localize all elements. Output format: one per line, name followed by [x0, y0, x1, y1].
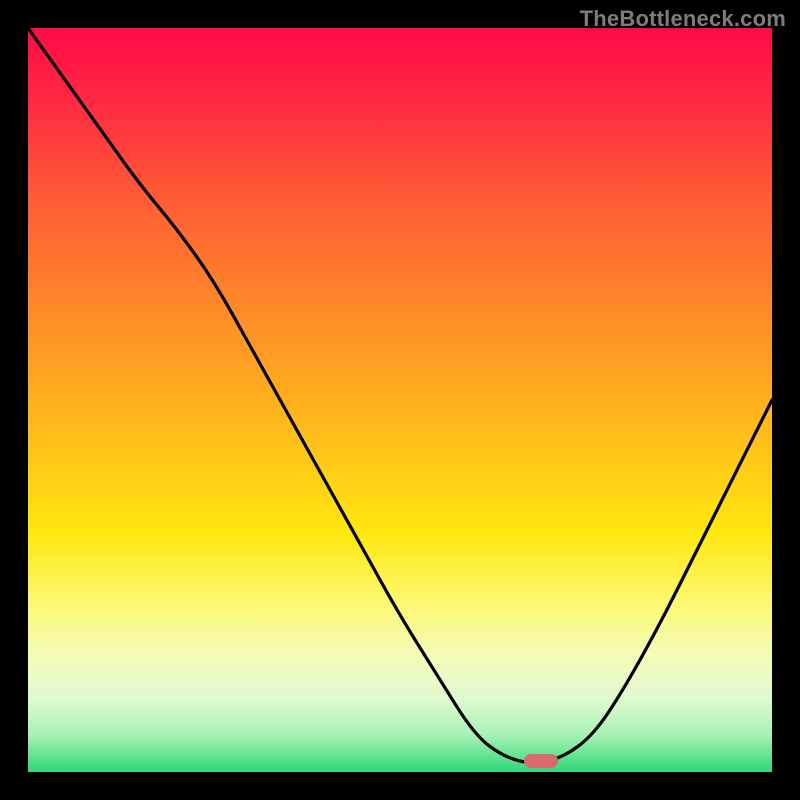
optimum-marker: [524, 754, 558, 768]
bottleneck-curve: [28, 28, 772, 772]
watermark-text: TheBottleneck.com: [580, 6, 786, 32]
